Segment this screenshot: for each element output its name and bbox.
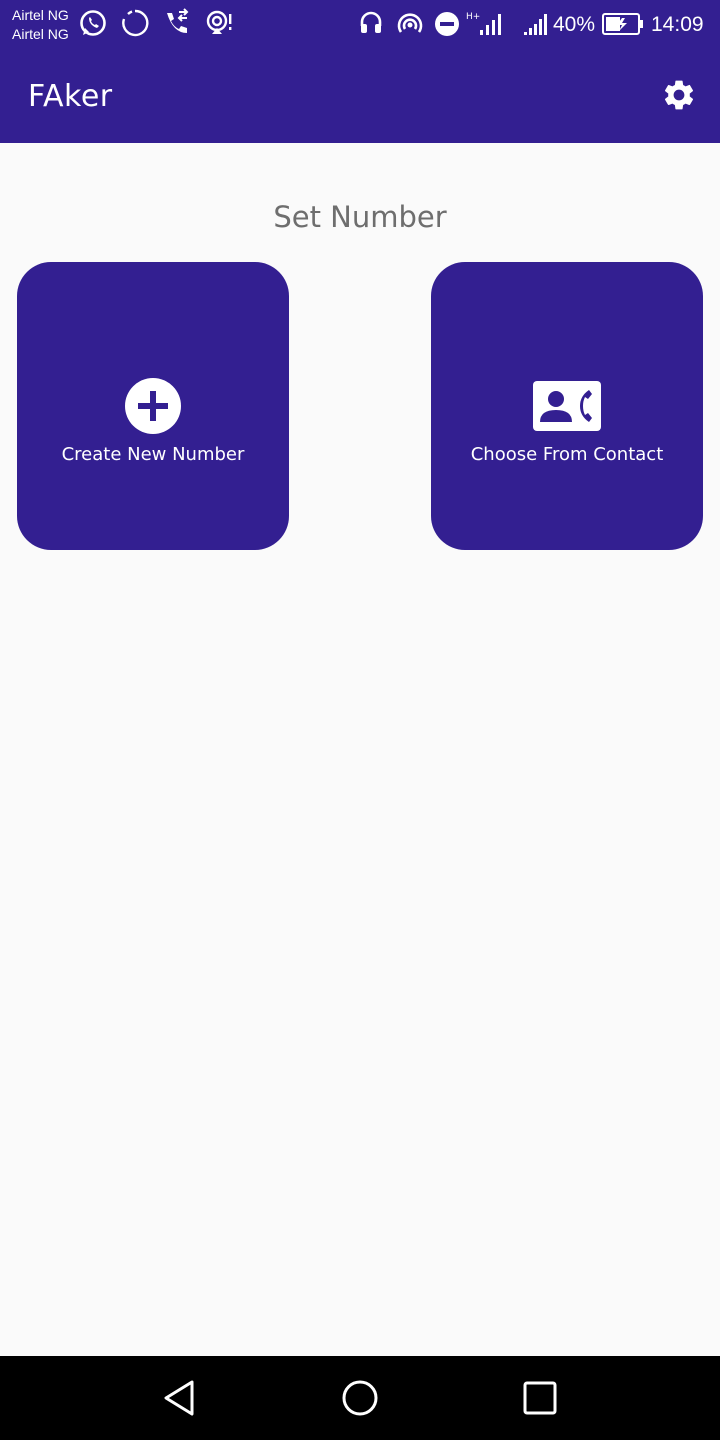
contact-phone-icon [431, 377, 703, 435]
add-circle-icon [17, 377, 289, 435]
battery-percent: 40% [553, 13, 596, 36]
wireless-icon [396, 8, 424, 38]
carrier-1: Airtel NG [12, 7, 69, 23]
status-bar: Airtel NG Airtel NG H+ 40% 14:09 [0, 0, 720, 50]
whatsapp-icon [78, 8, 108, 38]
app-title: FAker [28, 79, 113, 114]
section-title: Set Number [273, 200, 447, 234]
carrier-2: Airtel NG [12, 26, 69, 42]
recents-button[interactable] [520, 1378, 560, 1418]
back-triangle-icon [164, 1380, 194, 1416]
clock: 14:09 [651, 13, 704, 36]
home-circle-icon [342, 1380, 378, 1416]
navigation-bar [0, 1356, 720, 1440]
create-new-number-button[interactable]: Create New Number [17, 262, 289, 550]
recents-square-icon [523, 1381, 557, 1415]
choose-from-contact-label: Choose From Contact [470, 444, 664, 465]
gear-icon [664, 80, 694, 110]
signal-strength-icon-2 [522, 10, 550, 38]
sync-icon [120, 8, 150, 38]
app-bar: FAker [0, 50, 720, 143]
signal-strength-icon-1: H+ [466, 10, 506, 38]
hotspot-alert-icon [204, 8, 234, 38]
back-button[interactable] [160, 1378, 200, 1418]
call-transfer-icon [162, 8, 192, 38]
create-new-number-label: Create New Number [61, 444, 245, 465]
settings-button[interactable] [656, 72, 702, 118]
battery-charging-icon [602, 12, 644, 36]
carrier-labels: Airtel NG Airtel NG [12, 6, 69, 44]
network-type-label: H+ [466, 12, 480, 22]
do-not-disturb-icon [433, 8, 461, 38]
choose-from-contact-button[interactable]: Choose From Contact [431, 262, 703, 550]
home-button[interactable] [340, 1378, 380, 1418]
headphones-icon [358, 8, 384, 38]
